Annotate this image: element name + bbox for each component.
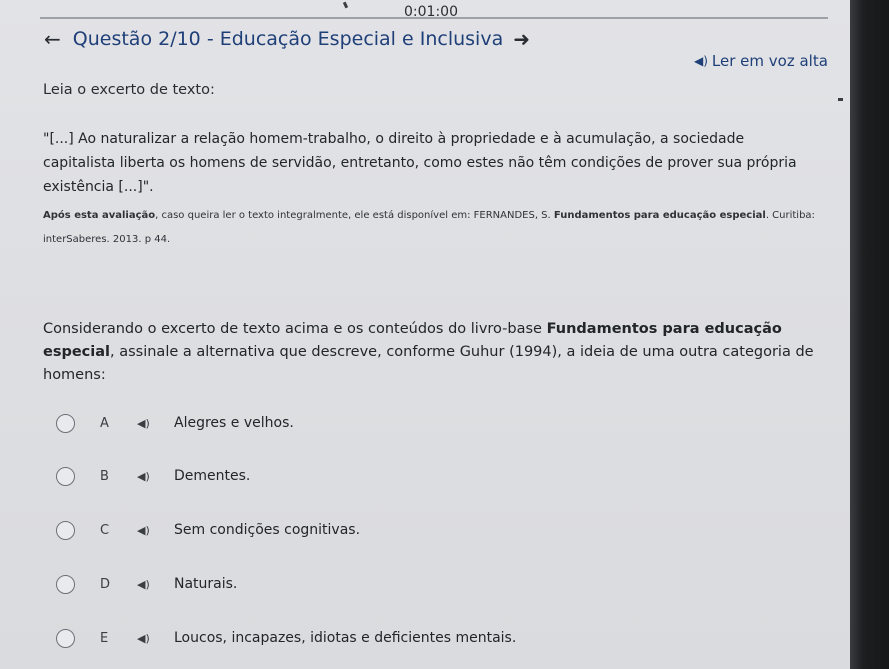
speaker-icon[interactable]: ◀) [137,632,150,645]
speaker-icon: ◀) [694,54,708,68]
radio-button[interactable] [56,574,75,594]
screen-mark [838,98,843,101]
option-a[interactable]: A ◀) Alegres e velhos. [44,398,834,448]
option-b[interactable]: B ◀) Dementes. [44,451,834,501]
radio-button[interactable] [56,520,75,540]
speaker-icon[interactable]: ◀) [137,417,150,430]
citation-book: Fundamentos para educação especial [553,210,766,221]
option-text: Sem condições cognitivas. [174,522,361,538]
speaker-icon[interactable]: ◀) [137,470,150,483]
option-text: Loucos, incapazes, idiotas e deficientes… [174,630,517,646]
radio-button[interactable] [56,466,75,486]
arrow-left-icon[interactable]: ← [44,29,61,49]
citation-lead: Após esta avaliação [43,210,156,221]
option-letter: C [100,522,110,538]
question-text: Considerando o excerto de texto acima e … [43,318,833,387]
monitor-bezel [850,0,889,669]
option-letter: B [100,468,109,484]
intro-text: Leia o excerto de texto: [43,82,215,98]
radio-button[interactable] [56,628,75,648]
read-aloud-button[interactable]: ◀) Ler em voz alta [694,52,828,70]
cursor-mark [342,1,349,9]
option-letter: E [100,630,109,646]
option-c[interactable]: C ◀) Sem condições cognitivas. [44,505,834,555]
read-aloud-label: Ler em voz alta [711,52,828,70]
radio-button[interactable] [56,413,75,433]
option-letter: D [100,576,111,592]
option-e[interactable]: E ◀) Loucos, incapazes, idiotas e defici… [44,613,834,663]
option-d[interactable]: D ◀) Naturais. [44,559,834,609]
arrow-right-icon[interactable]: ➜ [513,29,530,49]
question-part2: , assinale a alternativa que descreve, c… [43,344,814,383]
question-header: ← Questão 2/10 - Educação Especial e Inc… [44,28,530,50]
option-text: Dementes. [174,468,251,484]
question-part1: Considerando o excerto de texto acima e … [43,321,547,337]
quote-text: "[...] Ao naturalizar a relação homem-tr… [43,131,797,195]
option-text: Alegres e velhos. [174,415,294,431]
speaker-icon[interactable]: ◀) [137,524,150,537]
citation-text: , caso queira ler o texto integralmente,… [155,210,554,221]
timer-bar [40,17,828,19]
option-letter: A [100,415,109,431]
speaker-icon[interactable]: ◀) [137,578,150,591]
quiz-screen: 0:01:00 ← Questão 2/10 - Educação Especi… [0,0,850,669]
option-text: Naturais. [174,576,238,592]
question-title: Questão 2/10 - Educação Especial e Inclu… [72,28,504,50]
citation: Após esta avaliação, caso queira ler o t… [43,204,823,252]
